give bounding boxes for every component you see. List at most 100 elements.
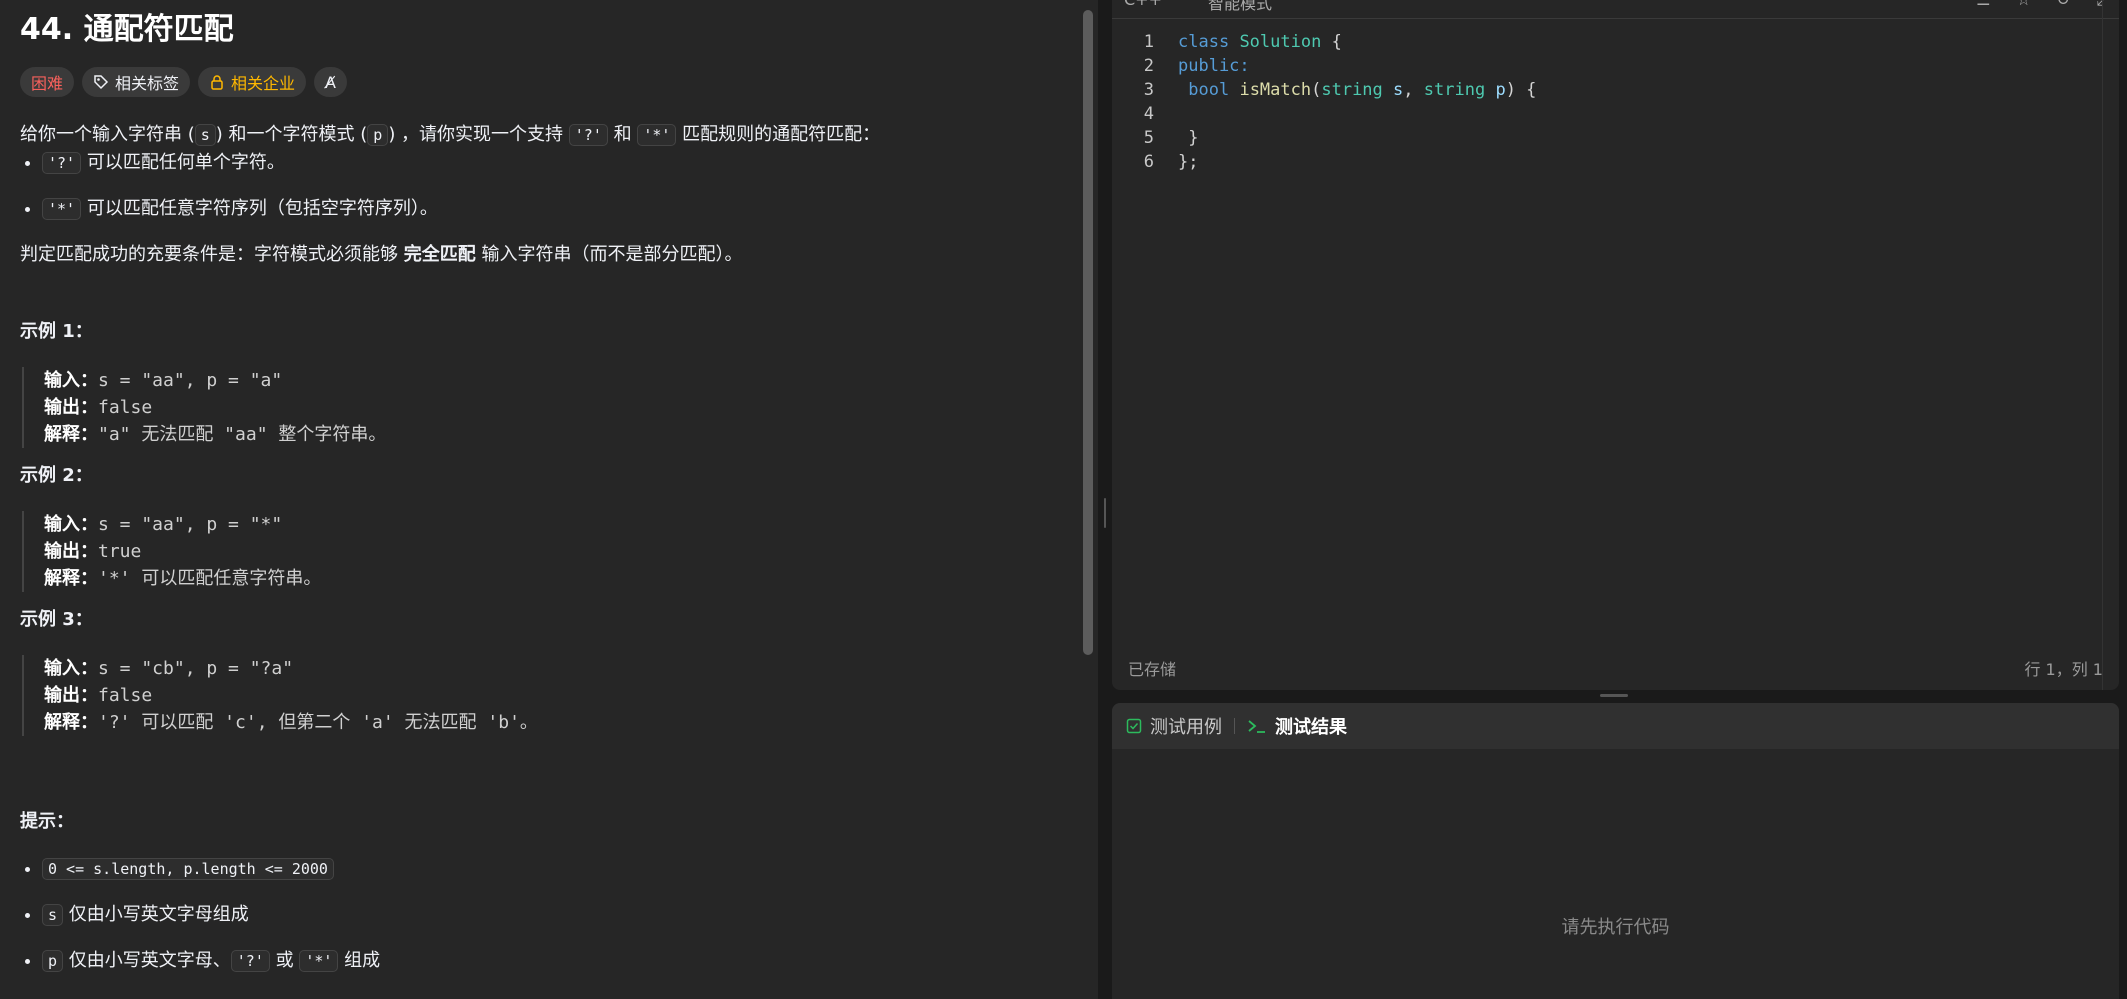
code-question: '?': [42, 152, 82, 174]
rule-list: '?' 可以匹配任何单个字符。 '*' 可以匹配任意字符序列（包括空字符序列）。: [20, 149, 1070, 223]
hint-item: p 仅由小写英文字母、'?' 或 '*' 组成: [42, 947, 1070, 975]
condition-paragraph: 判定匹配成功的充要条件是：字符模式必须能够 完全匹配 输入字符串（而不是部分匹配…: [20, 241, 1070, 268]
code-star: '*': [637, 124, 677, 146]
cond-text: 判定匹配成功的充要条件是：字符模式必须能够: [20, 244, 404, 265]
editor-toolbar-icons: ☰ ☆ ↺ ⤢: [1976, 0, 2109, 10]
hint-item: 0 <= s.length, p.length <= 2000: [42, 855, 1070, 883]
input-value: s = "aa", p = "*": [98, 514, 283, 535]
tab-testresult[interactable]: 测试结果: [1247, 713, 1347, 739]
cursor-position: 行 1，列 1: [2024, 660, 2103, 679]
format-icon[interactable]: ☰: [1976, 0, 1990, 10]
hints-title: 提示：: [20, 811, 74, 832]
code-area[interactable]: 1 class Solution { 2 public: 3 bool isMatc…: [1112, 30, 1537, 174]
line-number: 1: [1143, 32, 1154, 52]
code-line: 5 }: [1112, 126, 1536, 150]
hint-text: 仅由小写英文字母组成: [63, 904, 249, 925]
code-p: p: [367, 124, 389, 146]
terminal-icon: [1248, 720, 1265, 733]
checkbox-icon: [1126, 718, 1142, 734]
input-value: s = "cb", p = "?a": [98, 658, 294, 679]
hint-item: s 仅由小写英文字母组成: [42, 901, 1070, 929]
rule-text: 可以匹配任意字符序列（包括空字符序列）。: [81, 198, 438, 219]
example-title: 示例 3：: [20, 609, 93, 630]
difficulty-badge[interactable]: 困难: [20, 67, 75, 97]
desc-text: 给你一个输入字符串 (: [20, 124, 195, 145]
code-line: 6};: [1112, 150, 1536, 174]
hint-code: 0 <= s.length, p.length <= 2000: [42, 858, 334, 880]
editor-scrollbar[interactable]: [2102, 0, 2117, 690]
output-label: 输出：: [44, 541, 98, 562]
code-line: 2 public:: [1112, 54, 1536, 78]
rule-item: '*' 可以匹配任意字符序列（包括空字符序列）。: [42, 195, 1070, 223]
resizer-grip[interactable]: [1104, 498, 1106, 528]
output-value: false: [98, 397, 153, 418]
explain-label: 解释：: [44, 424, 98, 445]
tab-testcases-label: 测试用例: [1150, 717, 1222, 738]
description-paragraph: 给你一个输入字符串 (s) 和一个字符模式 (p) ，请你实现一个支持 '?' …: [20, 121, 1070, 149]
related-tags-label: 相关标签: [115, 74, 180, 93]
related-tags-button[interactable]: 相关标签: [82, 67, 191, 97]
input-label: 输入：: [44, 514, 98, 535]
code-editor[interactable]: C++ 智能模式 ☰ ☆ ↺ ⤢ 1class Solution { 2publ…: [1112, 0, 2119, 690]
related-companies-button[interactable]: 相关企业: [198, 67, 307, 97]
language-select[interactable]: C++: [1124, 0, 1162, 9]
hint-code: '*': [299, 950, 339, 972]
code-line: 1 class Solution {: [1112, 30, 1536, 54]
horizontal-resizer[interactable]: [1600, 694, 1628, 697]
explain-value: "a" 无法匹配 "aa" 整个字符串。: [98, 424, 387, 445]
cond-bold: 完全匹配: [403, 244, 476, 265]
rule-text: 可以匹配任何单个字符。: [81, 152, 285, 173]
description-scrollbar[interactable]: [1083, 10, 1093, 655]
cond-text: 输入字符串（而不是部分匹配）。: [475, 244, 743, 265]
output-label: 输出：: [44, 685, 98, 706]
input-value: s = "aa", p = "a": [98, 370, 283, 391]
problem-panel: 44. 通配符匹配 困难 相关标签 相关企业 A̸ 给你一个输入字符串 (s) …: [0, 0, 1098, 999]
hint-text: 或: [269, 950, 300, 971]
input-label: 输入：: [44, 658, 98, 679]
tab-testcases[interactable]: 测试用例: [1126, 713, 1222, 739]
desc-text: 匹配规则的通配符匹配：: [676, 124, 881, 145]
hint-text: 组成: [338, 950, 381, 971]
tab-testresult-label: 测试结果: [1275, 717, 1347, 738]
explain-value: '*' 可以匹配任意字符串。: [98, 568, 322, 589]
explain-value: '?' 可以匹配 'c', 但第二个 'a' 无法匹配 'b'。: [98, 712, 538, 733]
reset-icon[interactable]: ↺: [2057, 0, 2070, 10]
hint-code: '?': [230, 950, 270, 972]
tag-icon: [94, 75, 109, 90]
explain-label: 解释：: [44, 568, 98, 589]
line-number: 3: [1143, 80, 1154, 100]
translate-icon: A̸: [325, 72, 336, 92]
empty-result-message: 请先执行代码: [1561, 917, 1670, 938]
rule-item: '?' 可以匹配任何单个字符。: [42, 149, 1070, 177]
translate-button[interactable]: A̸: [314, 67, 347, 97]
code-star: '*': [42, 198, 82, 220]
line-number: 2: [1143, 56, 1154, 76]
hint-code: s: [42, 904, 64, 926]
line-number: 4: [1143, 104, 1154, 124]
mode-toggle[interactable]: 智能模式: [1208, 0, 1272, 14]
hint-code: p: [42, 950, 64, 972]
test-panel-tabs: 测试用例 测试结果: [1112, 703, 2119, 749]
lock-icon: [211, 75, 223, 90]
example-title: 示例 1：: [20, 321, 93, 342]
tag-bar: 困难 相关标签 相关企业 A̸: [20, 67, 347, 97]
example-block: 输入：s = "cb", p = "?a" 输出：false 解释：'?' 可以…: [22, 655, 1070, 736]
line-number: 6: [1143, 152, 1154, 172]
test-panel: 测试用例 测试结果 请先执行代码: [1112, 703, 2119, 999]
problem-title: 44. 通配符匹配: [20, 12, 234, 47]
hint-text: 仅由小写英文字母、: [63, 950, 231, 971]
hint-list: 0 <= s.length, p.length <= 2000 s 仅由小写英文…: [20, 855, 1070, 975]
example-block: 输入：s = "aa", p = "*" 输出：true 解释：'*' 可以匹配…: [22, 511, 1070, 592]
difficulty-label: 困难: [31, 74, 64, 93]
bookmark-icon[interactable]: ☆: [2016, 0, 2030, 10]
input-label: 输入：: [44, 370, 98, 391]
editor-toolbar: C++ 智能模式 ☰ ☆ ↺ ⤢: [1112, 0, 2119, 19]
output-value: true: [98, 541, 142, 562]
example-title: 示例 2：: [20, 465, 93, 486]
desc-text: ) 和一个字符模式 (: [215, 124, 368, 145]
code-s: s: [194, 124, 216, 146]
desc-text: 和: [607, 124, 638, 145]
save-status: 已存储: [1128, 660, 1177, 679]
output-label: 输出：: [44, 397, 98, 418]
code-line: 4: [1112, 102, 1536, 126]
